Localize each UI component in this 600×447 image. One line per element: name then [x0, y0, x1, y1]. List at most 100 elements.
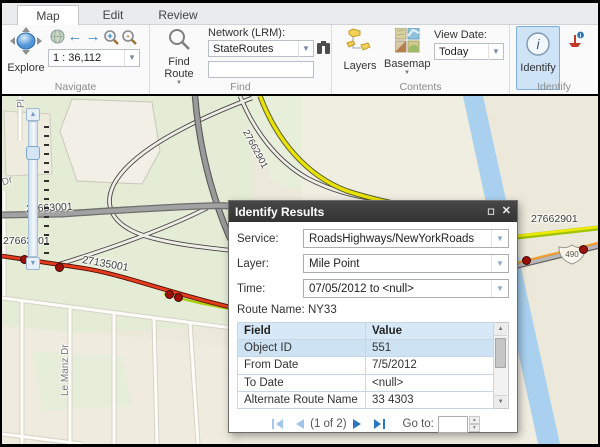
tab-map[interactable]: Map [17, 5, 79, 26]
first-page-icon[interactable] [271, 418, 284, 430]
chevron-down-icon[interactable]: ▼ [491, 230, 508, 247]
add-identify-point-icon[interactable]: i [567, 31, 585, 49]
layers-icon [345, 28, 375, 55]
view-date-combobox[interactable]: Today ▼ [434, 43, 504, 60]
zoom-slider-up-button[interactable]: ▲ [26, 108, 40, 121]
route-shield-number: 490 [565, 250, 579, 259]
zoom-slider-down-button[interactable]: ▼ [26, 257, 40, 270]
street-label: Le Manz Dr [60, 344, 71, 396]
zoom-slider-track[interactable] [28, 121, 38, 257]
next-page-icon[interactable] [352, 418, 363, 430]
last-page-icon[interactable] [373, 418, 386, 430]
find-route-button[interactable]: Find Route ▼ [158, 27, 200, 86]
tab-edit[interactable]: Edit [82, 5, 144, 25]
scale-combobox[interactable]: 1 : 36,112 ▼ [48, 49, 140, 67]
pagination-bar: (1 of 2) Go to: ▲▼ [237, 411, 509, 437]
basemap-label: Basemap [384, 58, 430, 70]
svg-text:+: + [107, 31, 112, 41]
zoom-in-icon[interactable]: + [102, 28, 120, 45]
goto-spinner[interactable]: ▲▼ [469, 416, 480, 432]
basemap-button[interactable]: Basemap ▼ [384, 28, 430, 76]
value-cell[interactable]: 33 4303 [366, 391, 494, 408]
chevron-down-icon[interactable]: ▼ [491, 280, 508, 297]
explore-pan-icon [9, 27, 43, 57]
route-name-text: Route Name: NY33 [237, 304, 509, 316]
field-cell[interactable]: From Date [238, 357, 366, 374]
chevron-down-icon[interactable]: ▼ [298, 41, 313, 57]
identify-button-label: Identify [517, 62, 559, 74]
find-route-label: Find Route [161, 56, 197, 80]
binoculars-icon[interactable] [316, 40, 331, 55]
goto-label: Go to: [403, 418, 434, 430]
scrollbar-thumb[interactable] [495, 338, 506, 368]
table-header-row: Field Value [238, 323, 494, 340]
tab-review[interactable]: Review [147, 5, 209, 25]
previous-page-icon[interactable] [294, 418, 305, 430]
table-row[interactable]: Object ID 551 [238, 340, 494, 357]
zoom-slider-thumb[interactable] [26, 146, 40, 160]
forward-arrow-icon[interactable]: → [84, 28, 102, 45]
spinner-down-icon[interactable]: ▼ [469, 424, 480, 432]
value-cell[interactable]: 7/5/2012 [366, 357, 494, 374]
value-cell[interactable]: <null> [366, 374, 494, 391]
group-label-identify: Identify [510, 81, 598, 93]
table-row[interactable]: From Date 7/5/2012 [238, 357, 494, 374]
explore-label: Explore [6, 62, 46, 74]
group-contents: Layers Basemap ▼ Vi [332, 25, 510, 94]
chevron-down-icon: ▼ [384, 70, 430, 76]
attribute-table: Field Value Object ID 551 From Date 7/5/… [237, 322, 509, 409]
milepoint-marker[interactable] [522, 256, 531, 265]
value-cell[interactable]: 551 [366, 340, 494, 357]
field-cell[interactable]: Object ID [238, 340, 366, 357]
spinner-up-icon[interactable]: ▲ [469, 416, 480, 424]
milepoint-marker[interactable] [174, 293, 183, 302]
goto-page-input[interactable] [438, 416, 468, 433]
street-label: Pl [16, 99, 27, 108]
maximize-icon[interactable]: ◻ [487, 206, 494, 217]
layers-label: Layers [340, 60, 380, 72]
close-icon[interactable]: ✕ [502, 206, 511, 217]
back-arrow-icon[interactable]: ← [66, 28, 84, 45]
dialog-titlebar[interactable]: Identify Results ◻ ✕ [229, 201, 517, 222]
chevron-down-icon[interactable]: ▼ [491, 255, 508, 272]
table-row[interactable]: To Date <null> [238, 374, 494, 391]
chevron-down-icon[interactable]: ▼ [124, 50, 139, 66]
chevron-down-icon[interactable]: ▼ [488, 44, 503, 60]
map-canvas[interactable]: 490 27663001 27663101 27135001 27662901 … [2, 96, 598, 444]
layers-button[interactable]: Layers [340, 28, 380, 72]
globe-icon[interactable] [48, 28, 66, 45]
field-cell[interactable]: To Date [238, 374, 366, 391]
time-combobox[interactable]: 07/05/2012 to <null> ▼ [303, 279, 509, 298]
layer-label: Layer: [237, 258, 303, 270]
basemap-icon [395, 28, 420, 53]
table-scrollbar[interactable]: ▲ ▼ [494, 322, 509, 409]
milepoint-marker[interactable] [165, 290, 174, 299]
zoom-out-icon[interactable]: - [120, 28, 138, 45]
layer-combobox[interactable]: Mile Point ▼ [303, 254, 509, 273]
milepoint-marker[interactable] [579, 245, 588, 254]
zoom-slider-ticks [44, 126, 49, 254]
value-column-header[interactable]: Value [366, 323, 494, 340]
group-identify: i Identify i Identify [510, 25, 598, 94]
time-label: Time: [237, 283, 303, 295]
service-value: RoadsHighways/NewYorkRoads [304, 233, 491, 245]
page-indicator: (1 of 2) [310, 418, 346, 430]
field-column-header[interactable]: Field [238, 323, 366, 340]
service-label: Service: [237, 233, 303, 245]
milepoint-marker[interactable] [55, 263, 64, 272]
scale-value: 1 : 36,112 [49, 52, 124, 64]
field-cell[interactable]: Alternate Route Name [238, 391, 366, 408]
network-lrm-value: StateRoutes [209, 43, 298, 55]
network-lrm-label: Network (LRM): [208, 27, 285, 39]
scroll-down-icon[interactable]: ▼ [494, 395, 507, 408]
network-lrm-combobox[interactable]: StateRoutes ▼ [208, 40, 314, 57]
service-combobox[interactable]: RoadsHighways/NewYorkRoads ▼ [303, 229, 509, 248]
time-value: 07/05/2012 to <null> [304, 283, 491, 295]
route-input[interactable] [208, 61, 314, 78]
identify-i-icon: i [525, 31, 551, 57]
layer-value: Mile Point [304, 258, 491, 270]
scroll-up-icon[interactable]: ▲ [494, 323, 507, 336]
ribbon-tabstrip: Map Edit Review [2, 3, 598, 25]
table-row[interactable]: Alternate Route Name 33 4303 [238, 391, 494, 408]
explore-button[interactable]: Explore [6, 27, 46, 74]
